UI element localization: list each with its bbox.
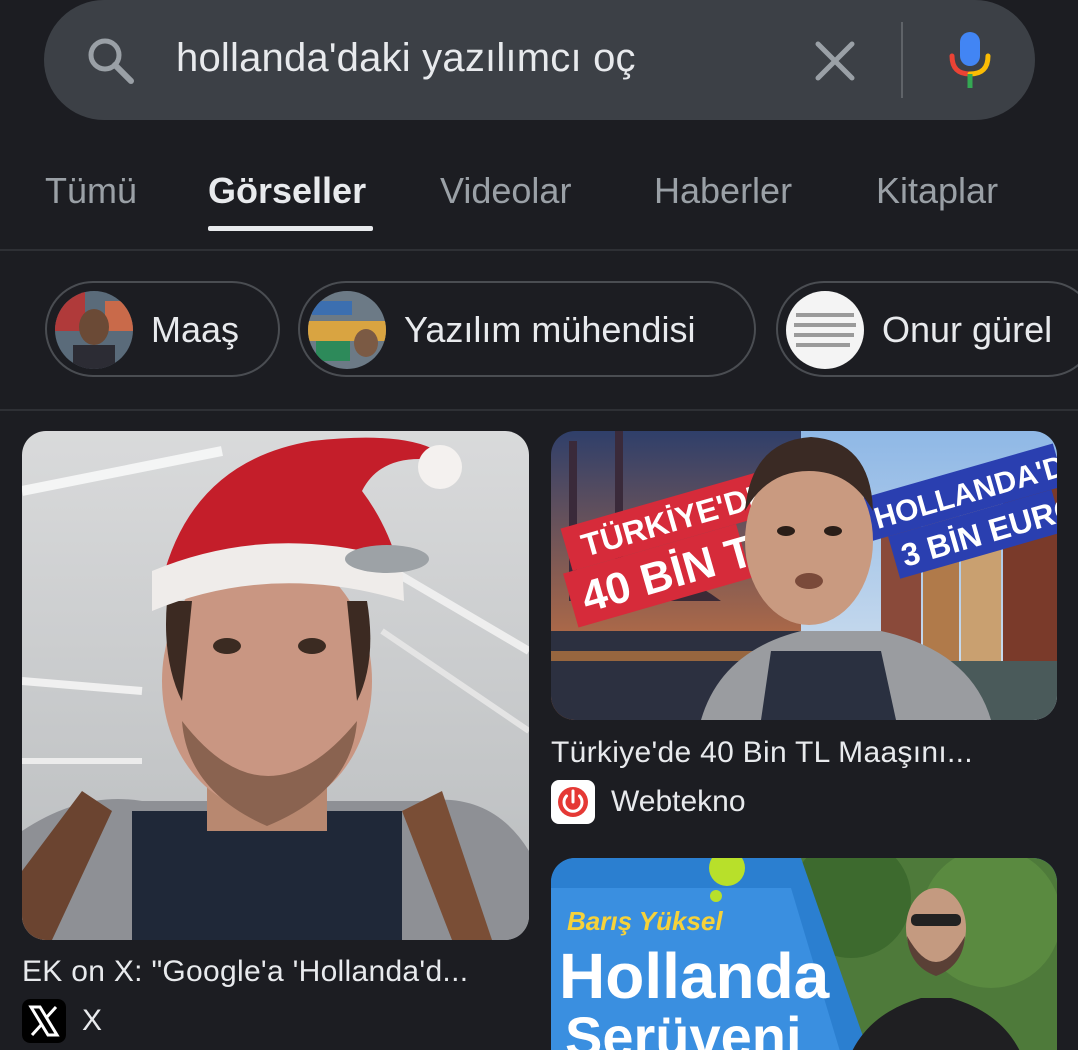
result-image[interactable]: Barış Yüksel Hollanda Serüveni	[551, 858, 1057, 1050]
source-name: X	[82, 1004, 103, 1037]
result-image[interactable]: TÜRKİYE'DE 40 BİN TL HOLLANDA'DA 3 BİN E…	[551, 431, 1057, 720]
active-tab-indicator	[208, 226, 373, 231]
chip-yazilim-muhendisi[interactable]: Yazılım mühendisi	[298, 281, 756, 377]
chip-onur-gurel[interactable]: Onur gürel	[776, 281, 1078, 377]
webtekno-power-icon	[551, 780, 595, 824]
thumbnail-headline-line2: Serüveni	[565, 1005, 802, 1050]
tabs-divider	[0, 249, 1078, 251]
microphone-icon[interactable]	[944, 26, 996, 92]
close-icon[interactable]	[812, 38, 858, 84]
result-source[interactable]: X	[22, 999, 102, 1043]
search-icon[interactable]	[84, 34, 136, 86]
tab-news[interactable]: Haberler	[654, 170, 792, 212]
thumbnail-name: Barış Yüksel	[567, 906, 723, 936]
chip-thumbnail	[55, 291, 133, 369]
tab-all[interactable]: Tümü	[45, 170, 137, 212]
source-name: Webtekno	[611, 785, 746, 818]
chip-maas[interactable]: Maaş	[45, 281, 280, 377]
chip-label: Onur gürel	[882, 309, 1053, 350]
tab-books[interactable]: Kitaplar	[876, 170, 998, 212]
result-title[interactable]: EK on X: "Google'a 'Hollanda'd...	[22, 955, 468, 989]
thumbnail-headline-line1: Hollanda	[559, 940, 830, 1012]
chips-divider	[0, 409, 1078, 411]
chip-label: Maaş	[151, 309, 240, 350]
chip-label: Yazılım mühendisi	[404, 309, 696, 350]
chip-thumbnail	[308, 291, 386, 369]
chip-thumbnail	[786, 291, 864, 369]
tab-videos[interactable]: Videolar	[440, 170, 571, 212]
search-divider	[901, 22, 903, 98]
result-title[interactable]: Türkiye'de 40 Bin TL Maaşını...	[551, 736, 973, 770]
tab-bar: Tümü Görseller Videolar Haberler Kitapla…	[0, 160, 1078, 250]
result-image[interactable]	[22, 431, 529, 940]
tab-images[interactable]: Görseller	[208, 170, 366, 212]
x-logo-icon	[22, 999, 66, 1043]
result-source[interactable]: Webtekno	[551, 780, 746, 824]
search-input[interactable]: hollanda'daki yazılımcı oç	[176, 36, 636, 81]
